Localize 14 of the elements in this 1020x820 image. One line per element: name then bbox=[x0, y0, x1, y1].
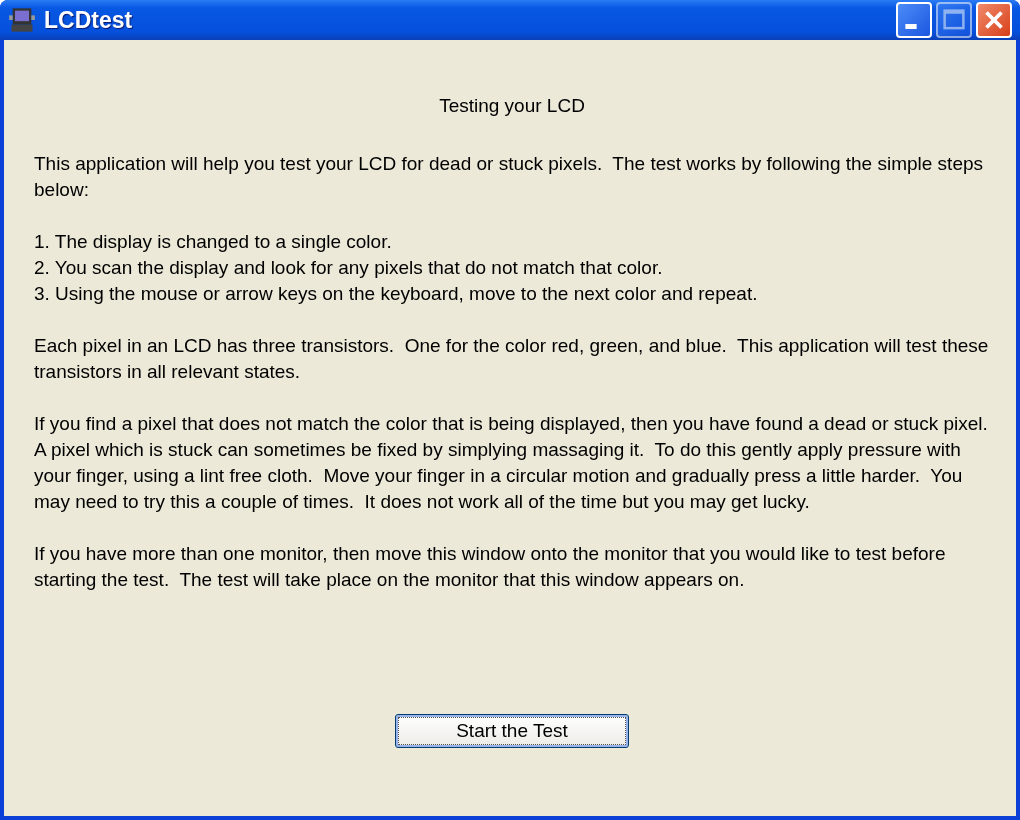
close-button[interactable] bbox=[976, 2, 1012, 38]
step-text: 1. The display is changed to a single color. bbox=[34, 230, 393, 254]
paragraph: If you find a pixel that does not match the color that is being displayed, then you have found a dead or stuck pixel. A pixel which is stuck can sometimes be fixed by simplying massaging it. To do this gently apply pressure with your finger, using a lint free cloth. Move your finger in a circular motion and gradually press a little harder. You may need to try this a couple of times. It does not work all of the time but you may get lucky. bbox=[34, 412, 989, 514]
minimize-icon bbox=[905, 24, 917, 29]
start-test-button[interactable]: Start the Test bbox=[395, 714, 629, 748]
paragraph: Each pixel in an LCD has three transistors. One for the color red, green, and blue. This application will test these transistors in all relevant states. bbox=[34, 334, 990, 384]
intro-paragraph: This application will help you test your LCD for dead or stuck pixels. The test works by following the simple steps below: bbox=[34, 152, 985, 202]
window-title: LCDtest bbox=[44, 6, 134, 34]
step-text: 2. You scan the display and look for any pixels that do not match that color. bbox=[34, 256, 664, 280]
heading: Testing your LCD bbox=[438, 94, 586, 118]
step-text: 3. Using the mouse or arrow keys on the keyboard, move to the next color and repeat. bbox=[34, 282, 759, 306]
minimize-button[interactable] bbox=[896, 2, 932, 38]
monitor-icon bbox=[8, 6, 36, 34]
paragraph: If you have more than one monitor, then move this window onto the monitor that you would like to test before starting the test. The test will take place on the monitor that this window appears on. bbox=[34, 542, 947, 592]
